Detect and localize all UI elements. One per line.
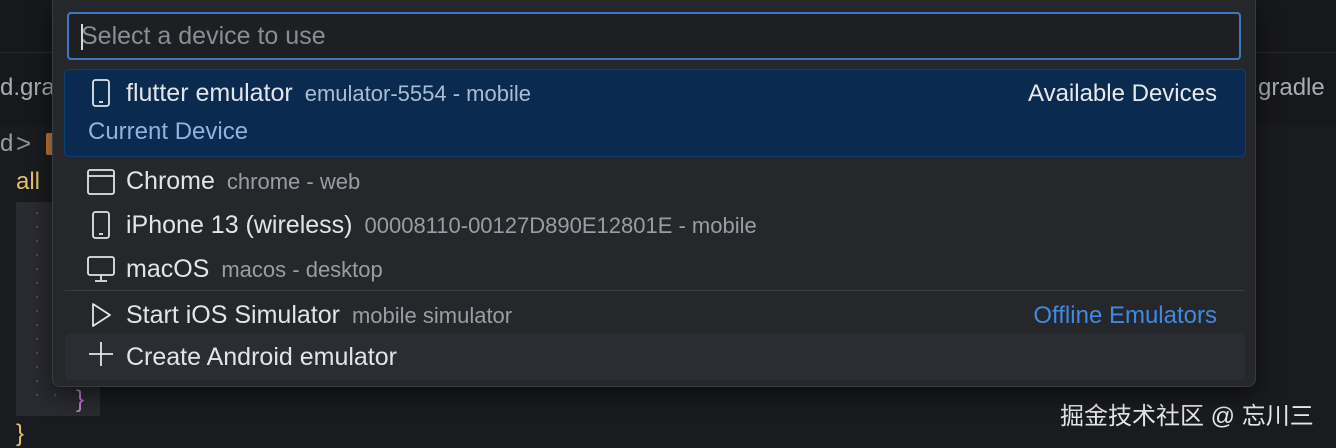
- list-item-label: flutter emulator emulator-5554 - mobile: [126, 79, 531, 107]
- group-label-available-devices: Available Devices: [1028, 80, 1217, 107]
- device-search-input[interactable]: [69, 14, 1239, 58]
- list-item-label: macOS macos - desktop: [126, 255, 383, 283]
- indent-guide: [36, 206, 38, 406]
- code-brace: }: [16, 420, 25, 447]
- code-brace: }: [76, 386, 85, 413]
- list-item-detail: Current Device: [88, 118, 249, 145]
- device-search-box[interactable]: [67, 12, 1241, 60]
- group-separator: [65, 290, 1245, 291]
- list-item-label: Create Android emulator: [126, 343, 397, 371]
- list-item-start-ios-simulator[interactable]: Start iOS Simulator mobile simulator Offl…: [65, 294, 1245, 336]
- group-label-offline-emulators[interactable]: Offline Emulators: [1033, 302, 1217, 330]
- background-tab-right[interactable]: gradle: [1258, 74, 1325, 102]
- device-mobile-icon: [87, 211, 115, 239]
- device-quick-pick: flutter emulatoremulator-5554 - mobile A…: [52, 0, 1256, 387]
- background-tab-left[interactable]: d.gra: [0, 74, 55, 102]
- watermark: 掘金技术社区 @ 忘川三: [1060, 403, 1314, 430]
- desktop-monitor-icon: [87, 255, 115, 283]
- list-item-flutter-emulator[interactable]: flutter emulator emulator-5554 - mobile A…: [64, 69, 1246, 157]
- list-item-label: Chrome chrome - web: [126, 167, 361, 195]
- list-item-label: iPhone 13 (wireless) 00008110-00127D890E1…: [126, 211, 757, 239]
- plus-icon: [87, 340, 115, 368]
- text-caret: [81, 24, 83, 50]
- list-item-description: chrome - web: [226, 169, 361, 194]
- device-mobile-icon: [87, 79, 115, 107]
- list-item-description: emulator-5554 - mobile: [304, 81, 531, 106]
- list-item-chrome[interactable]: Chrome chrome - web: [65, 160, 1245, 204]
- list-item-label: Start iOS Simulator mobile simulator: [126, 301, 513, 329]
- code-text: all: [16, 168, 41, 195]
- breadcrumb-segment[interactable]: d: [0, 130, 13, 158]
- play-icon: [87, 301, 115, 329]
- list-item-description: 00008110-00127D890E12801E - mobile: [364, 213, 757, 238]
- list-item-create-android-emulator[interactable]: Create Android emulator: [65, 334, 1245, 380]
- list-item-description: macos - desktop: [221, 257, 383, 282]
- browser-window-icon: [87, 168, 115, 196]
- breadcrumb-chevron-icon: >: [16, 128, 32, 158]
- list-item-iphone-13[interactable]: iPhone 13 (wireless) 00008110-00127D890E1…: [65, 204, 1245, 248]
- list-item-description: mobile simulator: [351, 303, 513, 328]
- list-item-macos[interactable]: macOS macos - desktop: [65, 248, 1245, 290]
